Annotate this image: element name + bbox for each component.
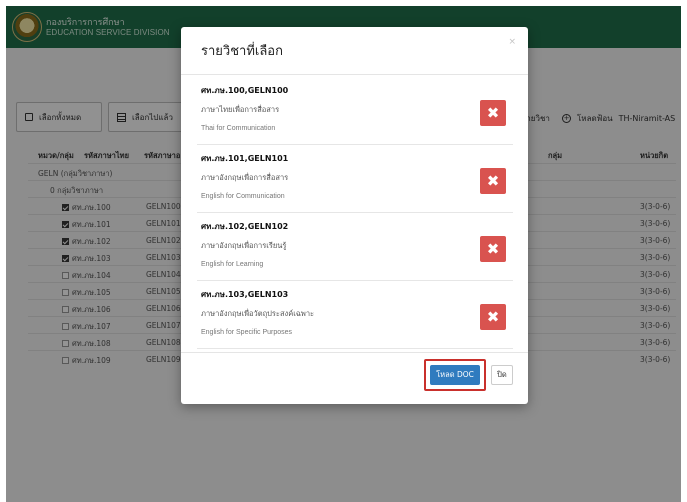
selected-courses-modal: รายวิชาที่เลือก × ศท.ภษ.100,GELN100 ภาษาไ… [181, 27, 528, 404]
selected-course-item: ศท.ภษ.101,GELN101 ภาษาอังกฤษเพื่อการสื่อส… [197, 148, 513, 213]
course-name-thai: ภาษาอังกฤษเพื่อการเรียนรู้ [201, 241, 287, 250]
course-code: ศท.ภษ.103,GELN103 [201, 290, 289, 299]
selected-course-item: ศท.ภษ.102,GELN102 ภาษาอังกฤษเพื่อการเรียน… [197, 216, 513, 281]
remove-course-button[interactable]: ✖ [480, 168, 506, 194]
modal-footer: โหลด DOC ปิด [181, 352, 528, 404]
course-name-english: English for Learning [201, 261, 264, 268]
course-code: ศท.ภษ.101,GELN101 [201, 154, 289, 163]
selected-course-item: ศท.ภษ.100,GELN100 ภาษาไทยเพื่อการสื่อสาร T… [197, 80, 513, 145]
app-window: กองบริการการศึกษา EDUCATION SERVICE DIVI… [6, 6, 681, 502]
course-name-english: English for Communication [201, 193, 285, 200]
course-name-english: English for Specific Purposes [201, 329, 293, 336]
remove-course-button[interactable]: ✖ [480, 304, 506, 330]
screenshot-frame: กองบริการการศึกษา EDUCATION SERVICE DIVI… [0, 0, 687, 502]
close-icon[interactable]: × [508, 37, 516, 47]
remove-course-button[interactable]: ✖ [480, 236, 506, 262]
selected-course-item: ศท.ภษ.103,GELN103 ภาษาอังกฤษเพื่อวัตถุประ… [197, 284, 513, 349]
course-code: ศท.ภษ.102,GELN102 [201, 222, 289, 231]
course-code: ศท.ภษ.100,GELN100 [201, 86, 289, 95]
course-name-english: Thai for Communication [201, 125, 276, 132]
close-button[interactable]: ปิด [491, 365, 513, 385]
course-name-thai: ภาษาอังกฤษเพื่อการสื่อสาร [201, 173, 289, 182]
modal-title: รายวิชาที่เลือก [201, 44, 283, 59]
course-name-thai: ภาษาอังกฤษเพื่อวัตถุประสงค์เฉพาะ [201, 309, 315, 318]
download-doc-button[interactable]: โหลด DOC [430, 365, 480, 385]
course-name-thai: ภาษาไทยเพื่อการสื่อสาร [201, 105, 280, 114]
remove-course-button[interactable]: ✖ [480, 100, 506, 126]
modal-header: รายวิชาที่เลือก × [181, 27, 528, 75]
